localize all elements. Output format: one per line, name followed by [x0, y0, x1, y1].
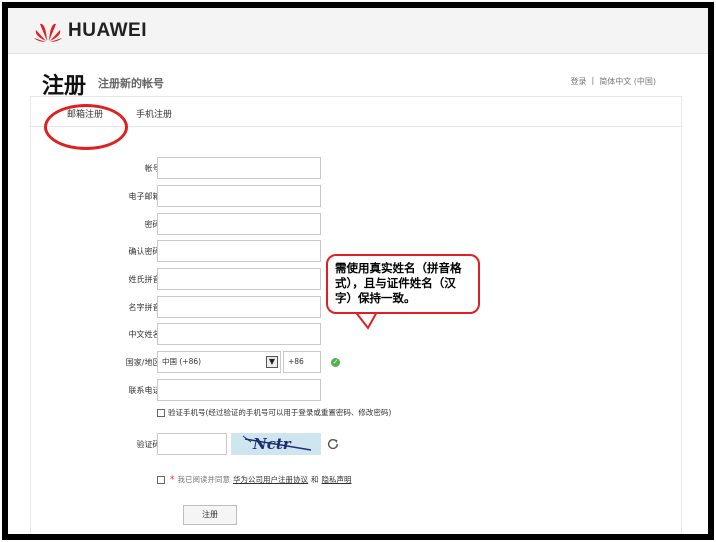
brand-logo[interactable]: HUAWEI [34, 20, 147, 42]
verify-phone-checkbox[interactable] [157, 408, 165, 417]
captcha-input[interactable] [157, 433, 227, 455]
chevron-down-icon[interactable]: ▼ [266, 356, 278, 368]
form-row-country: 国家/地区* 中国 (+86) ▼ +86 ✓ [31, 351, 681, 373]
account-input[interactable] [157, 157, 321, 179]
email-input[interactable] [157, 185, 321, 207]
agreement-prefix: 我已阅读并同意 [177, 475, 231, 484]
captcha-text: Nctr [253, 435, 291, 453]
required-mark: * [170, 474, 175, 485]
tab-bar: 邮箱注册 手机注册 [31, 97, 681, 127]
agreement-and: 和 [311, 475, 319, 484]
chinese-name-input[interactable] [157, 323, 321, 345]
country-label: 国家/地区 [125, 358, 161, 367]
form-row-phone: 联系电话* [31, 379, 681, 401]
highlight-circle-annotation [44, 104, 128, 150]
login-link[interactable]: 登录 [571, 76, 587, 87]
phone-input[interactable] [157, 379, 321, 401]
agreement-checkbox[interactable] [157, 475, 165, 484]
check-circle-icon: ✓ [331, 358, 340, 367]
confirm-password-input[interactable] [157, 240, 321, 262]
country-code: +86 [283, 351, 321, 373]
verify-phone-text: 验证手机号(经过验证的手机号可以用于登录或重置密码、修改密码) [168, 408, 392, 417]
brand-name: HUAWEI [68, 20, 147, 41]
captcha-image[interactable]: Nctr [231, 433, 321, 455]
form-row-password: 密码* [31, 213, 681, 235]
user-agreement-link[interactable]: 华为公司用户注册协议 [233, 474, 308, 485]
password-input[interactable] [157, 213, 321, 235]
confirm-password-label: 确认密码 [128, 247, 161, 256]
top-links: 登录 | 简体中文 (中国) [571, 76, 657, 87]
language-link[interactable]: 简体中文 (中国) [599, 76, 656, 87]
page-subtitle: 注册新的帐号 [98, 77, 164, 90]
top-bar: HUAWEI [8, 8, 708, 54]
email-label: 电子邮箱 [128, 192, 161, 201]
given-name-pinyin-input[interactable] [157, 296, 321, 318]
form-row-captcha: 验证码* Nctr [31, 433, 681, 455]
agreement-option: * 我已阅读并同意 华为公司用户注册协议和隐私声明 [157, 474, 352, 485]
privacy-statement-link[interactable]: 隐私声明 [322, 474, 352, 485]
surname-pinyin-input[interactable] [157, 268, 321, 290]
link-separator: | [591, 76, 595, 85]
given-name-pinyin-label: 名字拼音 [128, 303, 161, 312]
refresh-icon[interactable] [326, 437, 340, 451]
screenshot-frame: HUAWEI 注册 注册新的帐号 登录 | 简体中文 (中国) 邮箱注册 手机注… [2, 2, 714, 540]
form-row-email: 电子邮箱* [31, 185, 681, 207]
register-submit-button[interactable]: 注册 [183, 505, 237, 525]
phone-label: 联系电话 [128, 386, 161, 395]
tab-phone-register[interactable]: 手机注册 [136, 107, 172, 120]
form-row-account: 帐号* [31, 157, 681, 179]
surname-pinyin-label: 姓氏拼音 [128, 275, 161, 284]
huawei-logo-icon [34, 23, 62, 42]
country-selected-value: 中国 (+86) [162, 357, 202, 366]
annotation-bubble: 需使用真实姓名（拼音格式），且与证件姓名（汉字）保持一致。 [326, 254, 480, 314]
form-row-submit: 注册 [31, 505, 681, 527]
chinese-name-label: 中文姓名 [128, 330, 161, 339]
verify-phone-option: 验证手机号(经过验证的手机号可以用于登录或重置密码、修改密码) [157, 407, 391, 418]
country-select[interactable]: 中国 (+86) ▼ [157, 351, 281, 373]
